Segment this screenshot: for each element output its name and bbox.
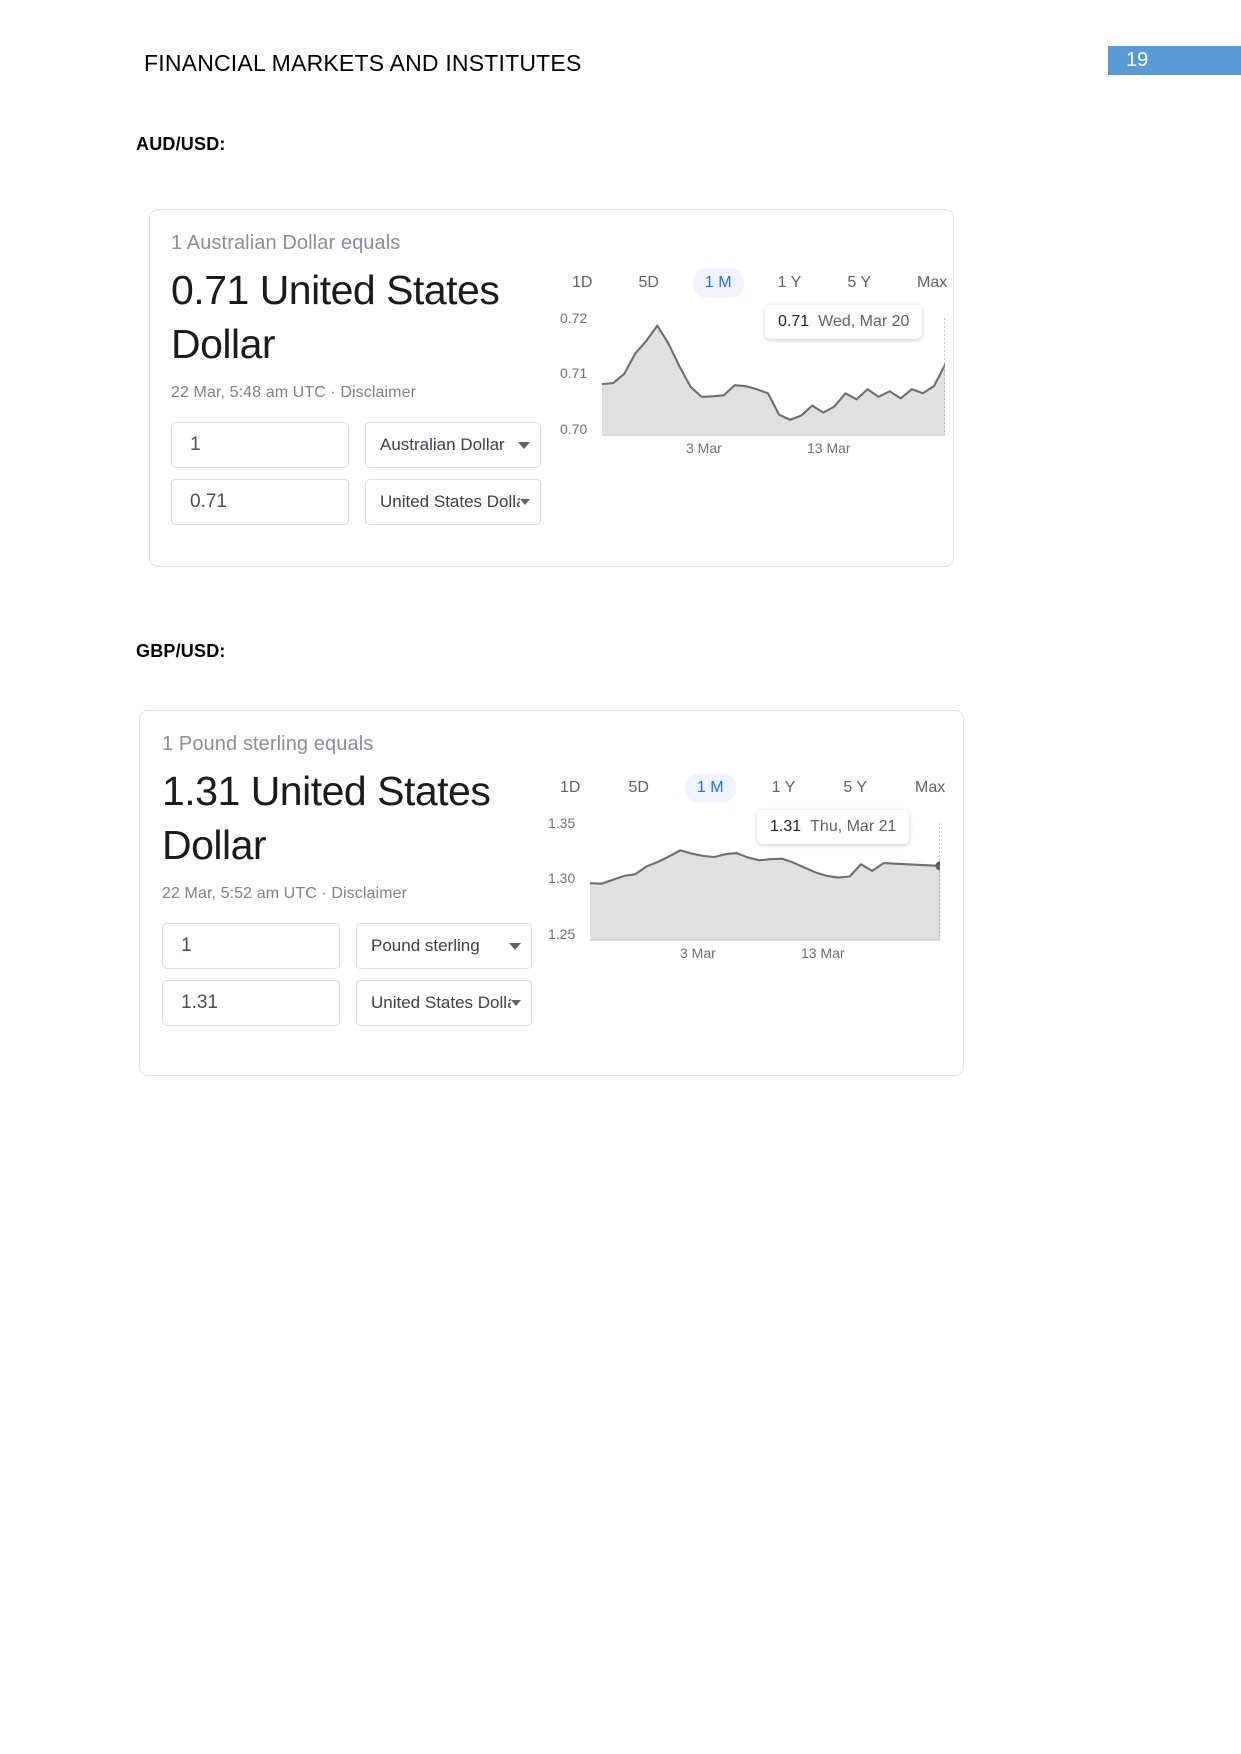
equals-line-aud: 1 Australian Dollar equals	[171, 232, 401, 254]
range-tab-max-aud[interactable]: Max	[905, 268, 959, 298]
converter-row-to-gbp: 1.31 United States Dolla	[162, 980, 532, 1026]
y-axis-tick-gbp-2: 1.25	[548, 926, 576, 942]
range-tab-5d-aud[interactable]: 5D	[626, 268, 670, 298]
section-label-gbp: GBP/USD:	[136, 641, 226, 661]
chart-tooltip-gbp: 1.31 Thu, Mar 21	[757, 810, 910, 844]
range-tabs-gbp: 1D 5D 1 M 1 Y 5 Y Max	[548, 773, 953, 803]
x-axis-tick-aud-0: 3 Mar	[686, 440, 722, 456]
chart-pane-aud: 1D 5D 1 M 1 Y 5 Y Max 0.72 0.71 0.70 3 M…	[560, 268, 950, 473]
range-tab-max-gbp[interactable]: Max	[903, 773, 957, 803]
currency-select-from-gbp[interactable]: Pound sterling	[356, 923, 532, 969]
chart-pane-gbp: 1D 5D 1 M 1 Y 5 Y Max 1.35 1.30 1.25 3 M…	[548, 773, 953, 981]
chart-tooltip-value-gbp: 1.31	[770, 818, 802, 835]
amount-input-to-aud[interactable]: 0.71	[171, 479, 349, 525]
currency-converter-card-aud: 1 Australian Dollar equals 0.71 United S…	[149, 209, 954, 567]
chart-tooltip-value-aud: 0.71	[778, 313, 810, 330]
price-chart-gbp[interactable]: 1.35 1.30 1.25 3 Mar 13 Mar 1.31 Thu, Mar…	[548, 810, 948, 981]
equals-line-gbp: 1 Pound sterling equals	[162, 733, 374, 755]
timestamp-disclaimer-aud: 22 Mar, 5:48 am UTC · Disclaimer	[171, 384, 417, 401]
range-tab-1d-aud[interactable]: 1D	[560, 268, 604, 298]
range-tab-1d-gbp[interactable]: 1D	[548, 773, 592, 803]
converter-row-from-gbp: 1 Pound sterling	[162, 923, 532, 969]
converter-row-from-aud: 1 Australian Dollar	[171, 422, 541, 468]
chevron-down-icon	[509, 942, 521, 950]
amount-input-from-aud[interactable]: 1	[171, 422, 349, 468]
currency-select-to-gbp[interactable]: United States Dolla	[356, 980, 532, 1026]
currency-select-from-aud-label: Australian Dollar	[380, 435, 505, 454]
currency-select-from-aud[interactable]: Australian Dollar	[365, 422, 541, 468]
price-chart-aud[interactable]: 0.72 0.71 0.70 3 Mar 13 Mar 0.71 Wed, Mar…	[560, 305, 945, 473]
chart-tooltip-date-aud: Wed, Mar 20	[818, 313, 910, 330]
currency-select-to-aud[interactable]: United States Dolla	[365, 479, 541, 525]
y-axis-tick-aud-1: 0.71	[560, 365, 588, 381]
amount-input-from-gbp[interactable]: 1	[162, 923, 340, 969]
chart-tooltip-date-gbp: Thu, Mar 21	[810, 818, 897, 835]
converter-left-panel-aud: 1 Australian Dollar equals 0.71 United S…	[150, 210, 541, 525]
range-tab-5y-aud[interactable]: 5 Y	[835, 268, 883, 298]
x-axis-tick-aud-1: 13 Mar	[807, 440, 851, 456]
range-tabs-aud: 1D 5D 1 M 1 Y 5 Y Max	[560, 268, 950, 298]
y-axis-tick-aud-0: 0.72	[560, 310, 588, 326]
range-tab-1m-aud[interactable]: 1 M	[692, 268, 744, 298]
timestamp-disclaimer-gbp: 22 Mar, 5:52 am UTC · Disclaimer	[162, 885, 408, 902]
chevron-down-icon	[518, 441, 530, 449]
y-axis-tick-aud-2: 0.70	[560, 421, 588, 437]
y-axis-tick-gbp-0: 1.35	[548, 815, 576, 831]
x-axis-tick-gbp-1: 13 Mar	[801, 945, 845, 961]
currency-select-to-gbp-label: United States Dolla	[371, 993, 511, 1012]
page-title: FINANCIAL MARKETS AND INSTITUTES	[144, 50, 582, 76]
currency-converter-card-gbp: 1 Pound sterling equals 1.31 United Stat…	[139, 710, 964, 1076]
chevron-down-icon	[520, 499, 530, 505]
rate-headline-gbp: 1.31 United States Dollar	[162, 768, 491, 868]
y-axis-tick-gbp-1: 1.30	[548, 870, 576, 886]
chevron-down-icon	[511, 1000, 521, 1006]
range-tab-1m-gbp[interactable]: 1 M	[684, 773, 736, 803]
converter-row-to-aud: 0.71 United States Dolla	[171, 479, 541, 525]
range-tab-1y-gbp[interactable]: 1 Y	[760, 773, 808, 803]
amount-input-to-gbp[interactable]: 1.31	[162, 980, 340, 1026]
currency-select-to-aud-label: United States Dolla	[380, 492, 520, 511]
rate-headline-aud: 0.71 United States Dollar	[171, 267, 500, 367]
currency-select-from-gbp-label: Pound sterling	[371, 936, 480, 955]
range-tab-1y-aud[interactable]: 1 Y	[766, 268, 814, 298]
converter-left-panel-gbp: 1 Pound sterling equals 1.31 United Stat…	[140, 711, 532, 1026]
x-axis-tick-gbp-0: 3 Mar	[680, 945, 716, 961]
range-tab-5y-gbp[interactable]: 5 Y	[831, 773, 879, 803]
section-label-aud: AUD/USD:	[136, 134, 226, 154]
page-header: FINANCIAL MARKETS AND INSTITUTES 19	[0, 46, 1241, 92]
page-number-badge: 19	[1108, 46, 1241, 75]
chart-tooltip-aud: 0.71 Wed, Mar 20	[765, 305, 923, 339]
range-tab-5d-gbp[interactable]: 5D	[616, 773, 660, 803]
